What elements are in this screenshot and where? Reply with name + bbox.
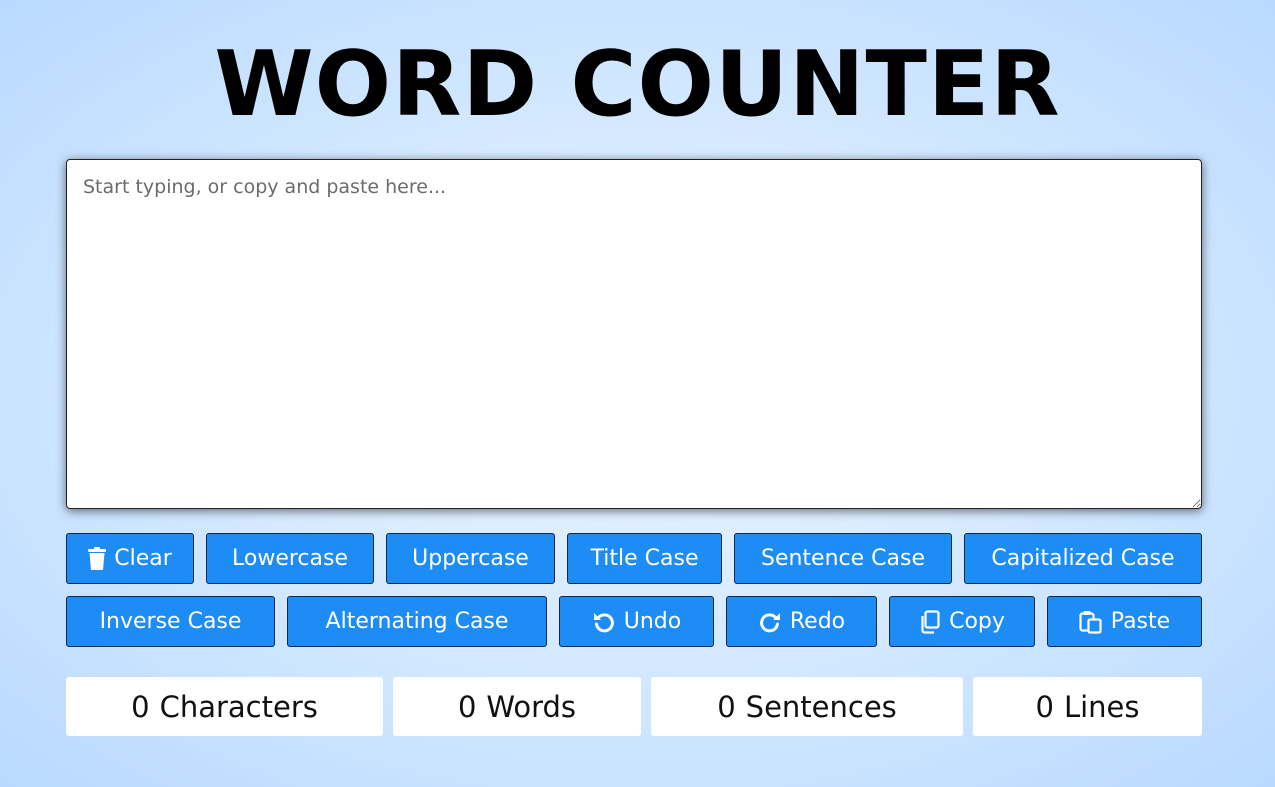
inverse-case-button[interactable]: Inverse Case xyxy=(66,596,275,647)
sentence-case-button-label: Sentence Case xyxy=(760,546,925,571)
redo-icon xyxy=(758,610,782,634)
stat-sentences: 0 Sentences xyxy=(651,677,963,736)
text-input-area[interactable] xyxy=(66,159,1202,509)
undo-button-label: Undo xyxy=(623,609,682,634)
title-case-button[interactable]: Title Case xyxy=(567,533,722,584)
lines-count: 0 xyxy=(1035,689,1054,724)
words-label: Words xyxy=(486,689,577,724)
characters-label: Characters xyxy=(159,689,318,724)
sentence-case-button[interactable]: Sentence Case xyxy=(734,533,952,584)
undo-button[interactable]: Undo xyxy=(559,596,714,647)
page-title: WORD COUNTER xyxy=(214,32,1061,137)
alternating-case-button-label: Alternating Case xyxy=(325,609,509,634)
stat-characters: 0 Characters xyxy=(66,677,383,736)
characters-count: 0 xyxy=(131,689,150,724)
paste-button-label: Paste xyxy=(1110,609,1171,634)
paste-button[interactable]: Paste xyxy=(1047,596,1202,647)
lines-label: Lines xyxy=(1063,689,1140,724)
lowercase-button-label: Lowercase xyxy=(232,546,348,571)
undo-icon xyxy=(592,610,616,634)
copy-icon xyxy=(919,609,941,634)
words-count: 0 xyxy=(457,689,477,724)
stat-words: 0 Words xyxy=(393,677,641,736)
title-case-button-label: Title Case xyxy=(590,546,699,571)
capitalized-case-button-label: Capitalized Case xyxy=(991,546,1175,571)
redo-button[interactable]: Redo xyxy=(726,596,877,647)
capitalized-case-button[interactable]: Capitalized Case xyxy=(964,533,1202,584)
sentences-count: 0 xyxy=(717,689,736,724)
toolbar-row-2: Inverse Case Alternating Case Undo Redo … xyxy=(66,596,1202,647)
stat-lines: 0 Lines xyxy=(973,677,1202,736)
uppercase-button-label: Uppercase xyxy=(412,546,529,571)
sentences-label: Sentences xyxy=(745,689,897,724)
clear-button-label: Clear xyxy=(114,546,172,571)
alternating-case-button[interactable]: Alternating Case xyxy=(287,596,547,647)
copy-button-label: Copy xyxy=(949,609,1005,634)
lowercase-button[interactable]: Lowercase xyxy=(206,533,374,584)
redo-button-label: Redo xyxy=(789,609,846,634)
toolbar-row-1: Clear Lowercase Uppercase Title Case Sen… xyxy=(66,533,1202,584)
trash-icon xyxy=(88,546,107,571)
clear-button[interactable]: Clear xyxy=(66,533,194,584)
paste-icon xyxy=(1079,610,1103,634)
uppercase-button[interactable]: Uppercase xyxy=(386,533,555,584)
stats-bar: 0 Characters 0 Words 0 Sentences 0 Lines xyxy=(66,677,1202,736)
copy-button[interactable]: Copy xyxy=(889,596,1035,647)
inverse-case-button-label: Inverse Case xyxy=(99,609,242,634)
